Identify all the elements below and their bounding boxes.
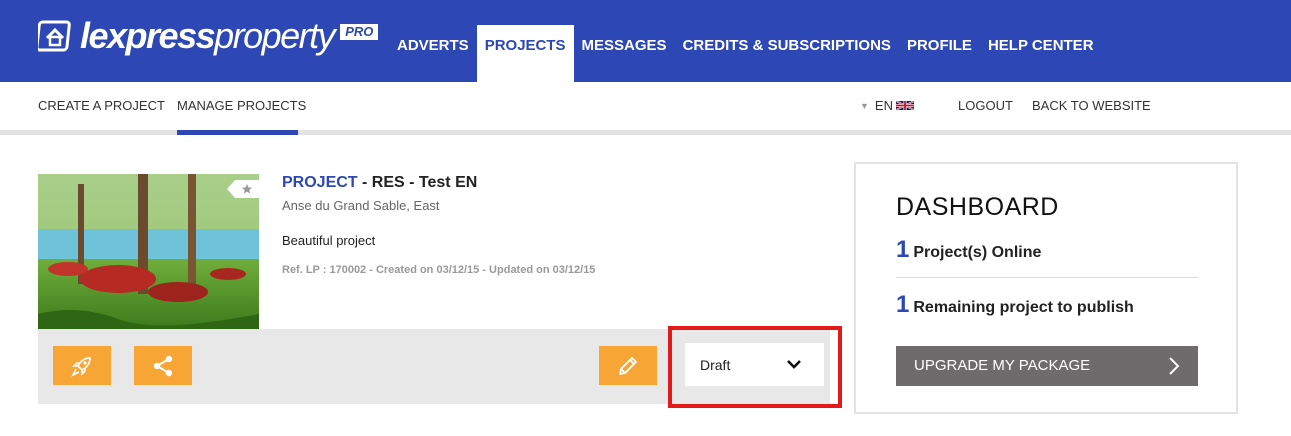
language-code: EN [874,98,893,113]
manage-projects-link[interactable]: MANAGE PROJECTS [177,98,306,113]
project-title[interactable]: PROJECT - RES - Test EN [282,174,477,192]
remaining-projects-stat: 1 Remaining project to publish [896,291,1134,319]
online-projects-stat: 1 Project(s) Online [896,236,1041,264]
logo-pro-badge: PRO [340,24,379,40]
online-label: Project(s) Online [913,244,1042,261]
remaining-label: Remaining project to publish [913,299,1134,316]
active-tab-indicator [177,130,298,135]
project-meta: Ref. LP : 170002 - Created on 03/12/15 -… [282,264,596,276]
nav-help-center[interactable]: HELP CENTER [980,25,1102,82]
logo-wordmark: lexpressproperty [80,15,336,56]
site-logo[interactable]: lexpressproperty PRO [38,14,379,64]
dashboard-divider [896,277,1198,278]
sub-nav: CREATE A PROJECT MANAGE PROJECTS ▼ EN LO… [0,82,1291,135]
remaining-count: 1 [896,291,910,318]
create-project-link[interactable]: CREATE A PROJECT [38,98,165,113]
back-to-website-link[interactable]: BACK TO WEBSITE [1032,98,1151,113]
pencil-icon [618,356,638,375]
chevron-right-icon [1169,357,1180,375]
dashboard-panel: DASHBOARD 1 Project(s) Online 1 Remainin… [854,162,1238,414]
caret-down-icon: ▼ [860,100,869,111]
dashboard-title: DASHBOARD [896,193,1059,221]
language-selector[interactable]: ▼ EN [860,98,914,113]
main-nav: ADVERTS PROJECTS MESSAGES CREDITS & SUBS… [389,25,1102,82]
rocket-icon [71,356,91,377]
nav-messages[interactable]: MESSAGES [574,25,675,82]
nav-projects[interactable]: PROJECTS [476,25,574,82]
upgrade-label: UPGRADE MY PACKAGE [914,357,1091,374]
project-photo [38,174,259,329]
project-name: - RES - Test EN [357,174,478,191]
status-value: Draft [700,356,731,373]
project-description: Beautiful project [282,233,376,248]
nav-adverts[interactable]: ADVERTS [389,25,477,82]
online-count: 1 [896,236,910,263]
chevron-down-icon [787,360,801,369]
project-location: Anse du Grand Sable, East [282,198,440,213]
status-dropdown[interactable]: Draft [685,343,824,386]
nav-credits-subscriptions[interactable]: CREDITS & SUBSCRIPTIONS [675,25,899,82]
upgrade-package-button[interactable]: UPGRADE MY PACKAGE [896,346,1198,386]
logout-link[interactable]: LOGOUT [958,98,1013,113]
project-type-label: PROJECT [282,174,358,191]
top-header: lexpressproperty PRO ADVERTS PROJECTS ME… [0,0,1291,82]
share-button[interactable] [134,346,192,385]
uk-flag-icon [895,100,914,111]
boost-button[interactable] [53,346,111,385]
share-icon [153,355,173,376]
nav-profile[interactable]: PROFILE [899,25,980,82]
favorite-star-icon[interactable] [227,180,259,198]
house-logo-icon [38,20,71,52]
project-thumbnail[interactable] [38,174,259,329]
edit-button[interactable] [599,346,657,385]
